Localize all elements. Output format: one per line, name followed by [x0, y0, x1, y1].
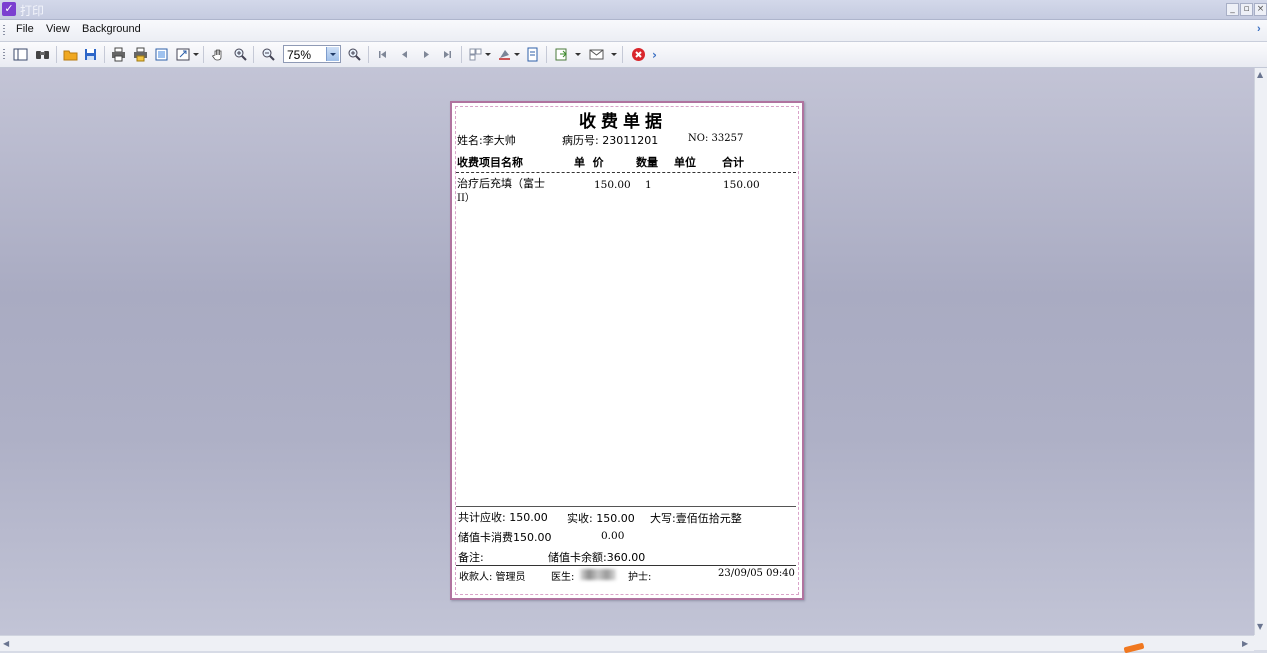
record-number: 病历号: 23011201 [562, 134, 659, 147]
app-check-icon: ✓ [2, 2, 16, 16]
col-header-unit: 单位 [674, 156, 696, 169]
amount-paid: 实收: 150.00 [567, 512, 635, 525]
total-due: 共计应收: 150.00 [458, 511, 548, 524]
row-total: 150.00 [723, 179, 760, 191]
open-icon[interactable] [62, 46, 79, 63]
toolbar-separator [104, 46, 105, 63]
zoom-out-icon[interactable] [260, 46, 277, 63]
minimize-button[interactable]: _ [1226, 3, 1239, 16]
vertical-scrollbar[interactable]: ▲ ▼ [1254, 68, 1267, 635]
toggle-panel-icon[interactable] [12, 46, 29, 63]
toolbar [0, 42, 1267, 68]
receipt-number: NO: 33257 [688, 133, 744, 144]
card-balance: 储值卡余额:360.00 [548, 551, 646, 564]
receipt-datetime: 23/09/05 09:40 [718, 568, 795, 579]
col-header-price: 单 价 [574, 156, 604, 169]
scale-dropdown-icon[interactable] [193, 53, 199, 56]
scroll-up-icon[interactable]: ▲ [1257, 70, 1263, 79]
cashier: 收款人: 管理员 [459, 572, 526, 583]
col-header-qty: 数量 [636, 156, 658, 169]
footer-divider [456, 506, 796, 507]
header-divider [456, 172, 796, 173]
zoom-combobox[interactable]: 75% [283, 45, 341, 63]
menu-bar: File View Background › [0, 20, 1267, 42]
menu-background[interactable]: Background [82, 23, 141, 35]
menu-overflow-icon[interactable]: › [1257, 23, 1261, 35]
menu-grip-icon[interactable] [3, 25, 5, 37]
menu-file[interactable]: File [16, 23, 34, 35]
find-icon[interactable] [34, 46, 51, 63]
close-button[interactable]: × [1254, 3, 1267, 16]
patient-name: 姓名:李大帅 [457, 134, 516, 147]
zoom-dropdown-icon[interactable] [326, 47, 339, 61]
card-other-amount: 0.00 [601, 530, 625, 542]
col-header-total: 合计 [722, 156, 744, 169]
row-item-name-cont: II） [457, 193, 475, 204]
scroll-right-icon[interactable]: ▶ [1242, 639, 1248, 648]
save-icon[interactable] [82, 46, 99, 63]
maximize-button[interactable]: ▫ [1240, 3, 1253, 16]
print-icon[interactable] [110, 46, 127, 63]
remark-label: 备注: [458, 551, 484, 564]
title-bar: ✓ 打印 _ ▫ × [0, 0, 1267, 20]
page-setup-icon[interactable] [153, 46, 170, 63]
scroll-down-icon[interactable]: ▼ [1257, 622, 1263, 631]
doctor-name-redacted [580, 569, 616, 580]
doctor-label: 医生: [551, 572, 575, 583]
row-price: 150.00 [594, 179, 631, 191]
col-header-item: 收费项目名称 [457, 156, 523, 169]
window-title: 打印 [20, 4, 45, 18]
menu-view[interactable]: View [46, 23, 70, 35]
card-spend: 储值卡消费150.00 [458, 531, 552, 544]
quick-print-icon[interactable] [132, 46, 149, 63]
scale-icon[interactable] [175, 46, 192, 63]
row-qty: 1 [645, 179, 652, 191]
signature-divider [456, 565, 796, 566]
scrollbar-corner [1254, 635, 1267, 650]
magnifier-icon[interactable] [232, 46, 249, 63]
receipt-title: 收费单据 [579, 112, 667, 132]
toolbar-grip-icon[interactable] [3, 49, 5, 61]
zoom-value[interactable]: 75% [287, 48, 311, 62]
scroll-left-icon[interactable]: ◀ [3, 639, 9, 648]
hand-tool-icon[interactable] [210, 46, 227, 63]
toolbar-separator [203, 46, 204, 63]
toolbar-separator [253, 46, 254, 63]
preview-page[interactable]: 收费单据 姓名:李大帅 病历号: 23011201 NO: 33257 收费项目… [450, 101, 804, 600]
toolbar-separator [56, 46, 57, 63]
horizontal-scrollbar[interactable]: ◀ ▶ [0, 635, 1254, 651]
nurse-label: 护士: [628, 572, 652, 583]
amount-in-words: 大写:壹佰伍拾元整 [650, 512, 742, 525]
